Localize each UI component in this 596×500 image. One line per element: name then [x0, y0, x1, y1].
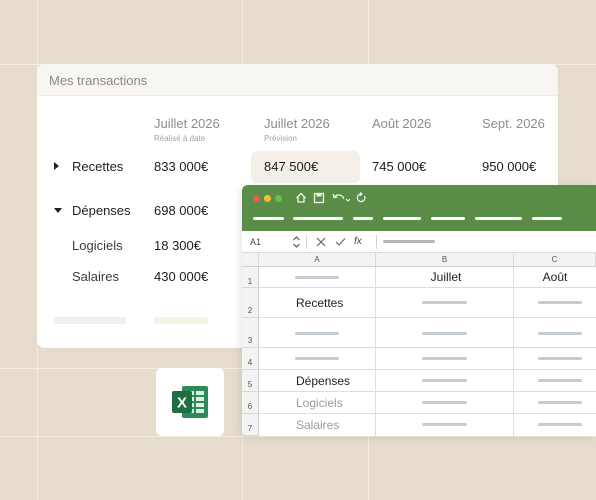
column-month: Juillet 2026	[154, 116, 220, 131]
row-header-2[interactable]: 2	[242, 288, 259, 318]
grid-line	[259, 413, 596, 414]
cell-a3-placeholder[interactable]	[295, 332, 339, 335]
placeholder-bar	[54, 317, 126, 324]
row-header-3[interactable]: 3	[242, 318, 259, 348]
recettes-aout-value: 745 000€	[372, 159, 427, 174]
ribbon-menu-tab[interactable]	[431, 217, 465, 220]
row-label-salaires: Salaires	[72, 269, 119, 284]
cell-reference-box[interactable]: A1	[250, 237, 261, 247]
cell-b1[interactable]: Juillet	[400, 270, 492, 284]
column-subtitle: Réalisé à date	[154, 134, 206, 143]
grid-line	[375, 267, 376, 436]
column-header-aout: Août 2026	[372, 116, 431, 131]
home-icon[interactable]	[295, 191, 307, 205]
recettes-realise-value: 833 000€	[154, 159, 209, 174]
ribbon-menu-tab[interactable]	[253, 217, 284, 220]
column-month: Août 2026	[372, 116, 432, 131]
cell-c7-placeholder[interactable]	[538, 423, 582, 426]
cell-a1-placeholder[interactable]	[295, 276, 339, 279]
cell-a2[interactable]: Recettes	[296, 296, 343, 310]
row-label-recettes[interactable]: Recettes	[72, 159, 123, 174]
formula-bar: A1 fx	[242, 231, 596, 253]
recettes-sept-value: 950 000€	[482, 159, 537, 174]
undo-icon[interactable]	[331, 191, 351, 205]
ribbon-menu-tab[interactable]	[475, 217, 522, 220]
window-maximize-button[interactable]	[275, 195, 282, 202]
spreadsheet-window: A1 fx A B C 1 2 3 4 5 6 7 Juillet Août R…	[242, 185, 596, 436]
row-header-4[interactable]: 4	[242, 348, 259, 370]
depenses-realise-value: 698 000€	[154, 203, 209, 218]
cell-b2-placeholder[interactable]	[422, 301, 467, 304]
ribbon-menu-tab[interactable]	[353, 217, 373, 220]
cell-b4-placeholder[interactable]	[422, 357, 467, 360]
ribbon-menu-tab[interactable]	[293, 217, 343, 220]
save-icon[interactable]	[313, 191, 325, 205]
excel-logo-icon: X	[172, 386, 208, 418]
cell-b3-placeholder[interactable]	[422, 332, 467, 335]
cell-a6[interactable]: Logiciels	[296, 396, 343, 410]
placeholder-bar	[154, 317, 208, 324]
grid-line	[259, 287, 596, 288]
cell-b6-placeholder[interactable]	[422, 401, 467, 404]
recettes-prevision-value: 847 500€	[264, 159, 319, 174]
column-month: Juillet 2026	[264, 116, 330, 131]
background-gridline	[0, 436, 596, 437]
expand-row-icon[interactable]	[54, 162, 59, 170]
row-label-depenses[interactable]: Dépenses	[72, 203, 131, 218]
window-close-button[interactable]	[253, 195, 260, 202]
fx-icon[interactable]: fx	[354, 236, 362, 247]
column-header-sept: Sept. 2026	[482, 116, 545, 131]
ribbon-menu-tab[interactable]	[532, 217, 562, 220]
formula-input[interactable]	[383, 240, 435, 243]
cell-c3-placeholder[interactable]	[538, 332, 582, 335]
logiciels-realise-value: 18 300€	[154, 238, 201, 253]
cancel-icon[interactable]	[316, 237, 326, 247]
confirm-icon[interactable]	[335, 237, 346, 247]
ribbon-menu-tab[interactable]	[383, 217, 421, 220]
cell-a7[interactable]: Salaires	[296, 418, 339, 432]
cell-ref-stepper-icon[interactable]	[292, 235, 301, 249]
cell-a5[interactable]: Dépenses	[296, 374, 350, 388]
cell-c5-placeholder[interactable]	[538, 379, 582, 382]
column-header-c[interactable]: C	[514, 253, 596, 267]
cell-a4-placeholder[interactable]	[295, 357, 339, 360]
column-header-prevision: Juillet 2026 Prévision	[264, 116, 330, 143]
cell-b7-placeholder[interactable]	[422, 423, 467, 426]
salaires-realise-value: 430 000€	[154, 269, 209, 284]
redo-icon[interactable]	[355, 191, 367, 205]
row-header-1[interactable]: 1	[242, 267, 259, 288]
cell-b5-placeholder[interactable]	[422, 379, 467, 382]
column-header-a[interactable]: A	[259, 253, 376, 267]
cell-c1[interactable]: Août	[514, 270, 596, 284]
row-header-6[interactable]: 6	[242, 392, 259, 414]
window-minimize-button[interactable]	[264, 195, 271, 202]
row-header-5[interactable]: 5	[242, 370, 259, 392]
select-all-corner[interactable]	[242, 253, 259, 267]
grid-line	[259, 347, 596, 348]
formula-divider	[306, 235, 307, 249]
excel-logo-letter: X	[177, 395, 187, 412]
cell-c4-placeholder[interactable]	[538, 357, 582, 360]
column-header-b[interactable]: B	[376, 253, 514, 267]
row-header-7[interactable]: 7	[242, 414, 259, 436]
spreadsheet-toolbar	[242, 185, 596, 231]
grid-line	[513, 267, 514, 436]
excel-app-tile[interactable]: X	[156, 368, 224, 436]
column-header-realise: Juillet 2026 Réalisé à date	[154, 116, 220, 143]
cell-c6-placeholder[interactable]	[538, 401, 582, 404]
column-subtitle: Prévision	[264, 134, 297, 143]
cell-c2-placeholder[interactable]	[538, 301, 582, 304]
formula-divider	[376, 235, 377, 249]
collapse-row-icon[interactable]	[54, 208, 62, 213]
spreadsheet-grid: A B C 1 2 3 4 5 6 7 Juillet Août Recette…	[242, 253, 596, 436]
grid-line	[259, 317, 596, 318]
transactions-card-title: Mes transactions	[37, 64, 558, 96]
row-label-logiciels: Logiciels	[72, 238, 123, 253]
grid-line	[259, 369, 596, 370]
column-month: Sept. 2026	[482, 116, 545, 131]
grid-line	[259, 391, 596, 392]
